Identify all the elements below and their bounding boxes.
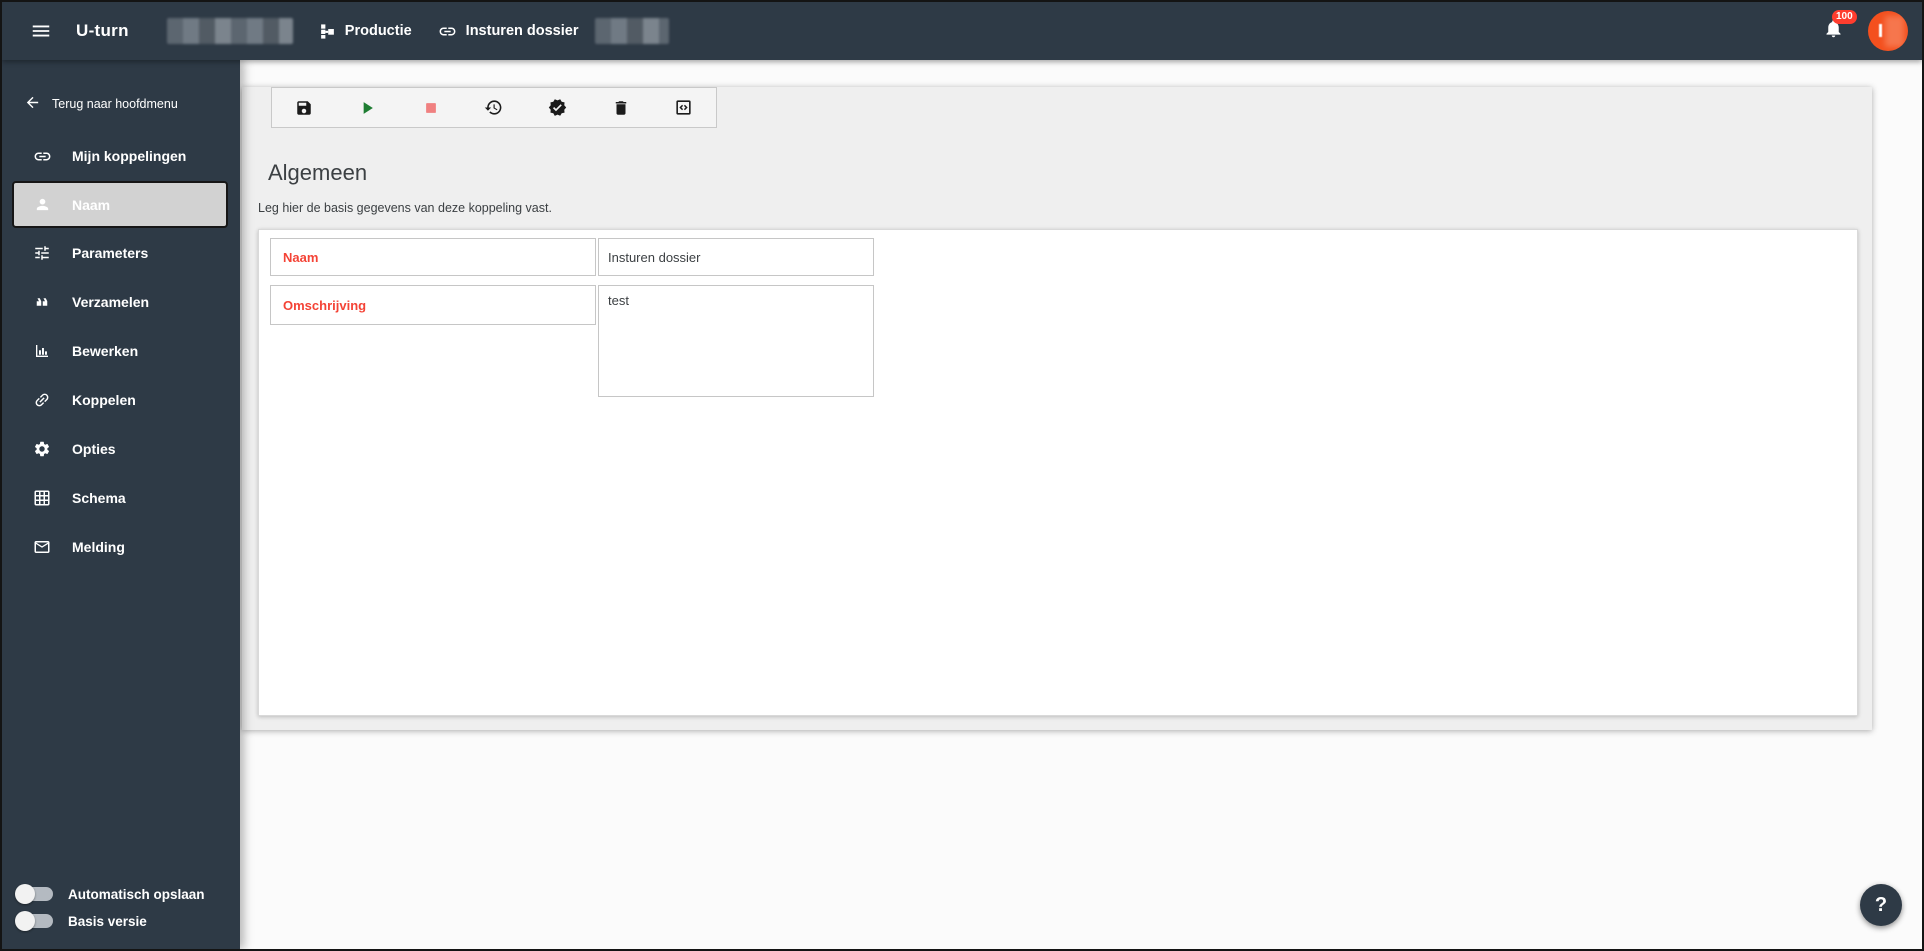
- notifications-button[interactable]: 100: [1818, 10, 1857, 48]
- redacted-avatar-content: [1879, 24, 1882, 37]
- toggle-automatisch-opslaan[interactable]: Automatisch opslaan: [15, 884, 230, 904]
- sidebar-item-label: Schema: [72, 490, 126, 506]
- delete-button[interactable]: [603, 91, 639, 125]
- naam-label: Naam: [270, 238, 596, 276]
- toolbar: [271, 87, 717, 128]
- link-icon: [32, 147, 52, 166]
- avatar[interactable]: [1868, 11, 1908, 51]
- sidebar-item-naam[interactable]: Naam: [12, 181, 228, 228]
- toggle-label: Automatisch opslaan: [68, 886, 205, 902]
- grid-icon: [32, 489, 52, 507]
- notifications-badge: 100: [1832, 10, 1857, 24]
- sidebar-item-koppelen[interactable]: Koppelen: [2, 376, 240, 424]
- stop-button[interactable]: [413, 91, 449, 125]
- main-content: Algemeen Leg hier de basis gegevens van …: [240, 60, 1922, 949]
- page-subtitle: Leg hier de basis gegevens van deze kopp…: [258, 201, 552, 215]
- sidebar-item-label: Mijn koppelingen: [72, 148, 187, 164]
- run-button[interactable]: [349, 91, 385, 125]
- form-row-naam: Naam: [270, 238, 1857, 276]
- mail-icon: [32, 538, 52, 556]
- sidebar-item-mijn-koppelingen[interactable]: Mijn koppelingen: [2, 132, 240, 180]
- content-panel: Algemeen Leg hier de basis gegevens van …: [242, 87, 1872, 730]
- redacted-avatar-content: [1885, 16, 1904, 47]
- sidebar-item-schema[interactable]: Schema: [2, 474, 240, 522]
- form-card: Naam Omschrijving test: [258, 229, 1858, 716]
- sidebar-item-label: Bewerken: [72, 343, 139, 359]
- environment-group[interactable]: Productie: [319, 23, 412, 40]
- gear-icon: [32, 440, 52, 458]
- sidebar: Terug naar hoofdmenu Mijn koppelingen Na…: [2, 60, 240, 949]
- validate-button[interactable]: [539, 91, 575, 125]
- sidebar-item-label: Koppelen: [72, 392, 136, 408]
- environment-label: Productie: [344, 23, 412, 39]
- app-title: U-turn: [76, 21, 129, 40]
- app-window: U-turn Productie Insturen dossier 100 Te…: [0, 0, 1924, 951]
- toggle-switch[interactable]: [15, 911, 55, 931]
- environment-icon: [319, 23, 336, 40]
- sidebar-item-label: Verzamelen: [72, 294, 150, 310]
- page-title: Algemeen: [268, 160, 368, 185]
- save-button[interactable]: [286, 91, 322, 125]
- code-button[interactable]: [666, 91, 702, 125]
- help-button[interactable]: ?: [1860, 884, 1902, 926]
- person-icon: [32, 196, 52, 213]
- toggle-switch[interactable]: [15, 884, 55, 904]
- redacted-text: [166, 18, 293, 44]
- sidebar-item-opties[interactable]: Opties: [2, 425, 240, 473]
- omschrijving-textarea[interactable]: test: [598, 285, 874, 397]
- bar-chart-icon: [32, 342, 52, 360]
- question-mark-icon: ?: [1874, 893, 1888, 916]
- sidebar-item-label: Opties: [72, 441, 116, 457]
- back-to-main-menu[interactable]: Terug naar hoofdmenu: [2, 86, 240, 122]
- redacted-text: [595, 18, 670, 44]
- sidebar-item-label: Naam: [72, 196, 111, 213]
- sidebar-item-bewerken[interactable]: Bewerken: [2, 327, 240, 375]
- sidebar-item-label: Parameters: [72, 245, 149, 261]
- toggle-label: Basis versie: [68, 913, 147, 929]
- history-button[interactable]: [476, 91, 512, 125]
- top-header: U-turn Productie Insturen dossier 100: [2, 2, 1922, 60]
- tune-icon: [32, 244, 52, 262]
- omschrijving-label: Omschrijving: [270, 285, 596, 325]
- header-right: 100: [1818, 10, 1908, 51]
- quote-icon: [32, 293, 52, 311]
- naam-input[interactable]: [598, 238, 874, 276]
- sidebar-item-parameters[interactable]: Parameters: [2, 229, 240, 277]
- sidebar-item-melding[interactable]: Melding: [2, 523, 240, 571]
- arrow-back-icon: [24, 94, 41, 114]
- koppeling-group[interactable]: Insturen dossier: [438, 18, 670, 44]
- sidebar-item-verzamelen[interactable]: Verzamelen: [2, 278, 240, 326]
- sidebar-item-label: Melding: [72, 539, 125, 555]
- link-icon: [438, 22, 457, 41]
- koppeling-label: Insturen dossier: [465, 23, 579, 39]
- form-row-omschrijving: Omschrijving test: [270, 285, 1857, 402]
- menu-icon[interactable]: [18, 20, 64, 42]
- sidebar-toggles: Automatisch opslaan Basis versie: [2, 884, 240, 949]
- chain-icon: [32, 391, 52, 409]
- back-label: Terug naar hoofdmenu: [52, 97, 178, 111]
- toggle-basis-versie[interactable]: Basis versie: [15, 911, 230, 931]
